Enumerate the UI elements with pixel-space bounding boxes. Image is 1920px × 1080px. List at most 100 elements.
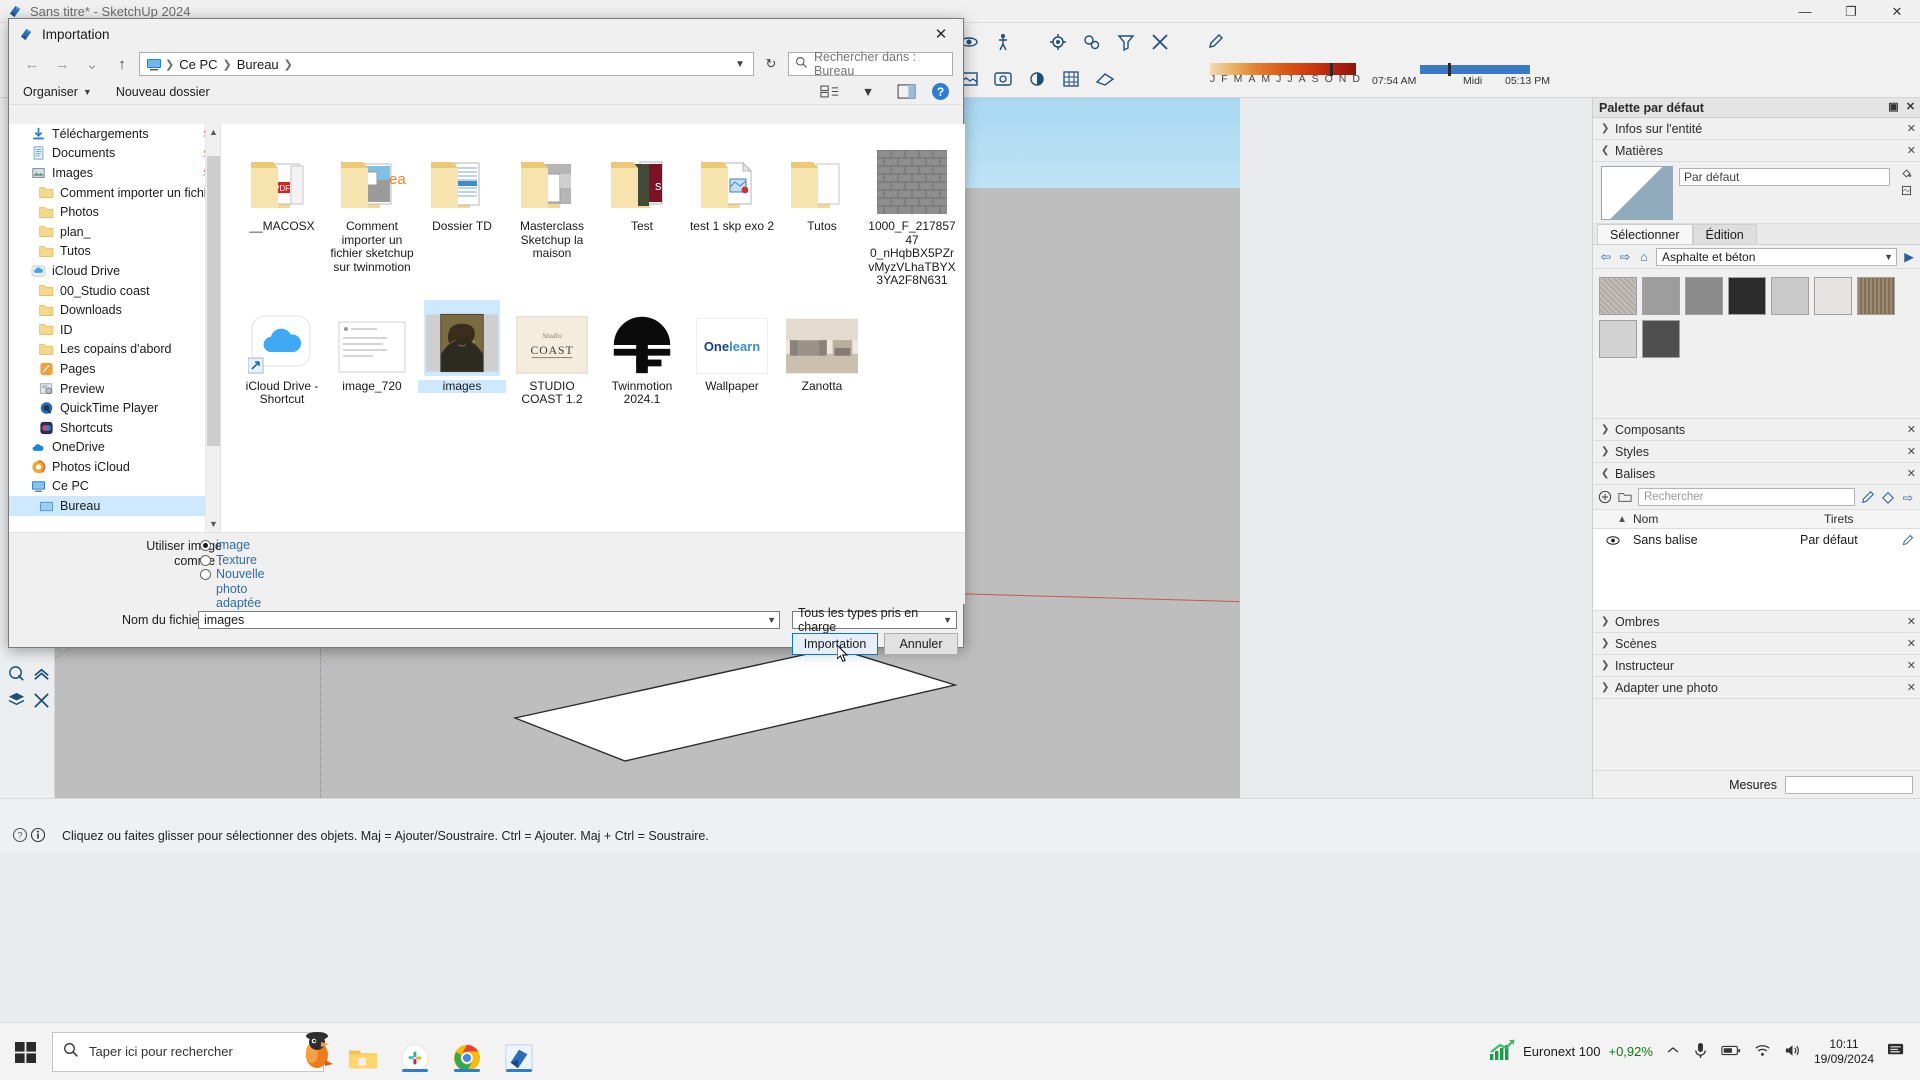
radio-option-new-matched-photo[interactable]: Nouvelle photo adaptée — [200, 567, 294, 610]
file-item[interactable]: ea Comment importer un fichier sketchup s… — [327, 134, 417, 294]
material-swatch[interactable] — [1814, 277, 1852, 315]
arrow-left-icon[interactable]: ⇦ — [1599, 250, 1613, 264]
battery-icon[interactable] — [1721, 1044, 1741, 1060]
file-item[interactable]: Studio COAST STUDIO COAST 1.2 — [507, 294, 597, 413]
nav-pane-item[interactable]: Images📌 — [9, 163, 220, 183]
sort-ascending-icon[interactable]: ▲ — [1593, 514, 1633, 525]
file-item[interactable]: s Test — [597, 134, 687, 294]
tab-edit[interactable]: Édition — [1692, 224, 1757, 244]
tray-section-instructor[interactable]: ❯ Instructeur ✕ — [1593, 655, 1920, 677]
question-mark-icon[interactable]: ? — [12, 827, 28, 843]
shadow-time-marker[interactable] — [1448, 63, 1451, 76]
tray-section-entity-info[interactable]: ❯ Infos sur l'entité ✕ — [1593, 118, 1920, 140]
dialog-close-button[interactable]: ✕ — [919, 19, 963, 49]
section-plane-icon[interactable] — [6, 663, 26, 683]
tags-search-input[interactable]: Rechercher — [1638, 488, 1855, 506]
scene-icon[interactable] — [989, 65, 1016, 92]
file-item[interactable]: 1000_F_21785747 0_nHqbBX5PZrvMyzVLhaTBYX… — [867, 134, 957, 294]
nav-pane-item[interactable]: plan_ — [9, 222, 220, 242]
pencil-icon[interactable] — [1861, 490, 1875, 504]
arrow-right-icon[interactable]: ⇨ — [1901, 490, 1915, 505]
volume-icon[interactable] — [1784, 1043, 1801, 1061]
nav-pane-item[interactable]: OneDrive — [9, 438, 220, 458]
tray-pin-icon[interactable]: ▣ — [1888, 102, 1899, 113]
back-button[interactable]: ← — [19, 52, 45, 76]
section-close-icon[interactable]: ✕ — [1907, 445, 1916, 458]
file-item[interactable]: test 1 skp exo 2 — [687, 134, 777, 294]
taskbar-app-sketchup[interactable] — [502, 1032, 536, 1072]
material-swatch[interactable] — [1857, 277, 1895, 315]
scroll-down-icon[interactable]: ▼ — [206, 516, 220, 532]
arrow-right-icon[interactable]: ⇨ — [1618, 250, 1632, 264]
material-preview-swatch[interactable] — [1601, 166, 1673, 220]
section-close-icon[interactable]: ✕ — [1907, 659, 1916, 672]
import-button[interactable]: Importation — [792, 633, 878, 655]
material-swatch[interactable] — [1642, 320, 1680, 358]
nav-pane-item[interactable]: Photos iCloud — [9, 457, 220, 477]
organize-button[interactable]: Organiser ▼ — [23, 85, 92, 99]
tray-close-icon[interactable]: ✕ — [1905, 102, 1916, 113]
parrot-icon[interactable] — [295, 1028, 339, 1073]
nav-pane-item[interactable]: Preview — [9, 379, 220, 399]
nav-pane-item[interactable]: Comment importer un fichier sketchu — [9, 183, 220, 203]
breadcrumb-item-ce-pc[interactable]: Ce PC — [177, 57, 219, 72]
library-details-icon[interactable]: ▶ — [1902, 250, 1916, 264]
shadow-date-marker[interactable] — [1330, 63, 1333, 76]
file-item[interactable]: Zanotta — [777, 294, 867, 413]
filename-input[interactable]: images ▼ — [198, 611, 780, 629]
tray-section-components[interactable]: ❯ Composants ✕ — [1593, 419, 1920, 441]
file-item[interactable]: image_720 — [327, 294, 417, 413]
merge-icon[interactable] — [31, 690, 51, 710]
tray-section-materials[interactable]: ❮ Matières ✕ — [1593, 140, 1920, 162]
file-item[interactable]: Onelearn Wallpaper — [687, 294, 777, 413]
tag-edit-icon[interactable] — [1896, 534, 1920, 546]
breadcrumb-dropdown-icon[interactable]: ▼ — [729, 59, 751, 70]
nav-pane-item[interactable]: Downloads — [9, 300, 220, 320]
view-layout-icon[interactable] — [818, 82, 842, 102]
nav-pane-item[interactable]: Tutos — [9, 242, 220, 262]
cross-tool-icon[interactable] — [1146, 28, 1173, 55]
file-item[interactable]: Masterclass Sketchup la maison — [507, 134, 597, 294]
breadcrumb-separator[interactable]: ❯ — [284, 58, 293, 71]
plane-icon[interactable] — [1091, 65, 1118, 92]
section-close-icon[interactable]: ✕ — [1907, 681, 1916, 694]
nav-pane-item[interactable]: Les copains d'abord — [9, 340, 220, 360]
tray-section-styles[interactable]: ❯ Styles ✕ — [1593, 441, 1920, 463]
nav-pane-item[interactable]: 00_Studio coast — [9, 281, 220, 301]
navigation-scrollbar[interactable]: ▲ ▼ — [205, 124, 220, 532]
section-close-icon[interactable]: ✕ — [1907, 122, 1916, 135]
chevron-down-icon[interactable]: ▼ — [856, 82, 880, 102]
settings-gear-icon[interactable] — [1044, 28, 1071, 55]
collapse-up-icon[interactable] — [31, 663, 51, 683]
help-button[interactable]: ? — [932, 83, 949, 100]
notifications-icon[interactable] — [1887, 1042, 1906, 1062]
file-item[interactable]: iCloud Drive - Shortcut — [237, 294, 327, 413]
filter-icon[interactable] — [1112, 28, 1139, 55]
wifi-icon[interactable] — [1754, 1043, 1771, 1060]
nav-pane-item[interactable]: ID — [9, 320, 220, 340]
minimize-button[interactable]: — — [1782, 0, 1828, 23]
paint-bucket-icon[interactable] — [1901, 168, 1912, 179]
material-swatch-grid[interactable] — [1593, 269, 1920, 419]
material-library-dropdown[interactable]: Asphalte et béton ▼ — [1656, 247, 1897, 266]
material-sample-icon[interactable] — [1901, 185, 1912, 196]
tab-select[interactable]: Sélectionner — [1597, 224, 1693, 244]
home-icon[interactable]: ⌂ — [1637, 250, 1651, 264]
tray-section-shadows[interactable]: ❯ Ombres ✕ — [1593, 611, 1920, 633]
eyedropper-icon[interactable] — [1201, 28, 1228, 55]
chevron-down-icon[interactable]: ▼ — [767, 615, 776, 625]
navigation-pane[interactable]: Téléchargements📌Documents📌Images📌 Comment… — [9, 124, 221, 532]
file-item[interactable]: Tutos — [777, 134, 867, 294]
refresh-button[interactable]: ↻ — [758, 52, 784, 76]
tag-icon[interactable] — [1881, 490, 1895, 504]
file-item[interactable]: Dossier TD — [417, 134, 507, 294]
file-list-pane[interactable]: PDF __MACOSX ea Comment importer un fichier… — [221, 124, 965, 532]
section-close-icon[interactable]: ✕ — [1907, 615, 1916, 628]
file-item[interactable]: PDF __MACOSX — [237, 134, 327, 294]
gear-pair-icon[interactable] — [1078, 28, 1105, 55]
layers-icon[interactable] — [6, 690, 26, 710]
file-item[interactable]: Twinmotion 2024.1 — [597, 294, 687, 413]
nav-pane-item[interactable]: Téléchargements📌 — [9, 124, 220, 144]
chevron-up-icon[interactable] — [1666, 1043, 1680, 1060]
recent-locations-button[interactable]: ⌄ — [79, 52, 105, 76]
